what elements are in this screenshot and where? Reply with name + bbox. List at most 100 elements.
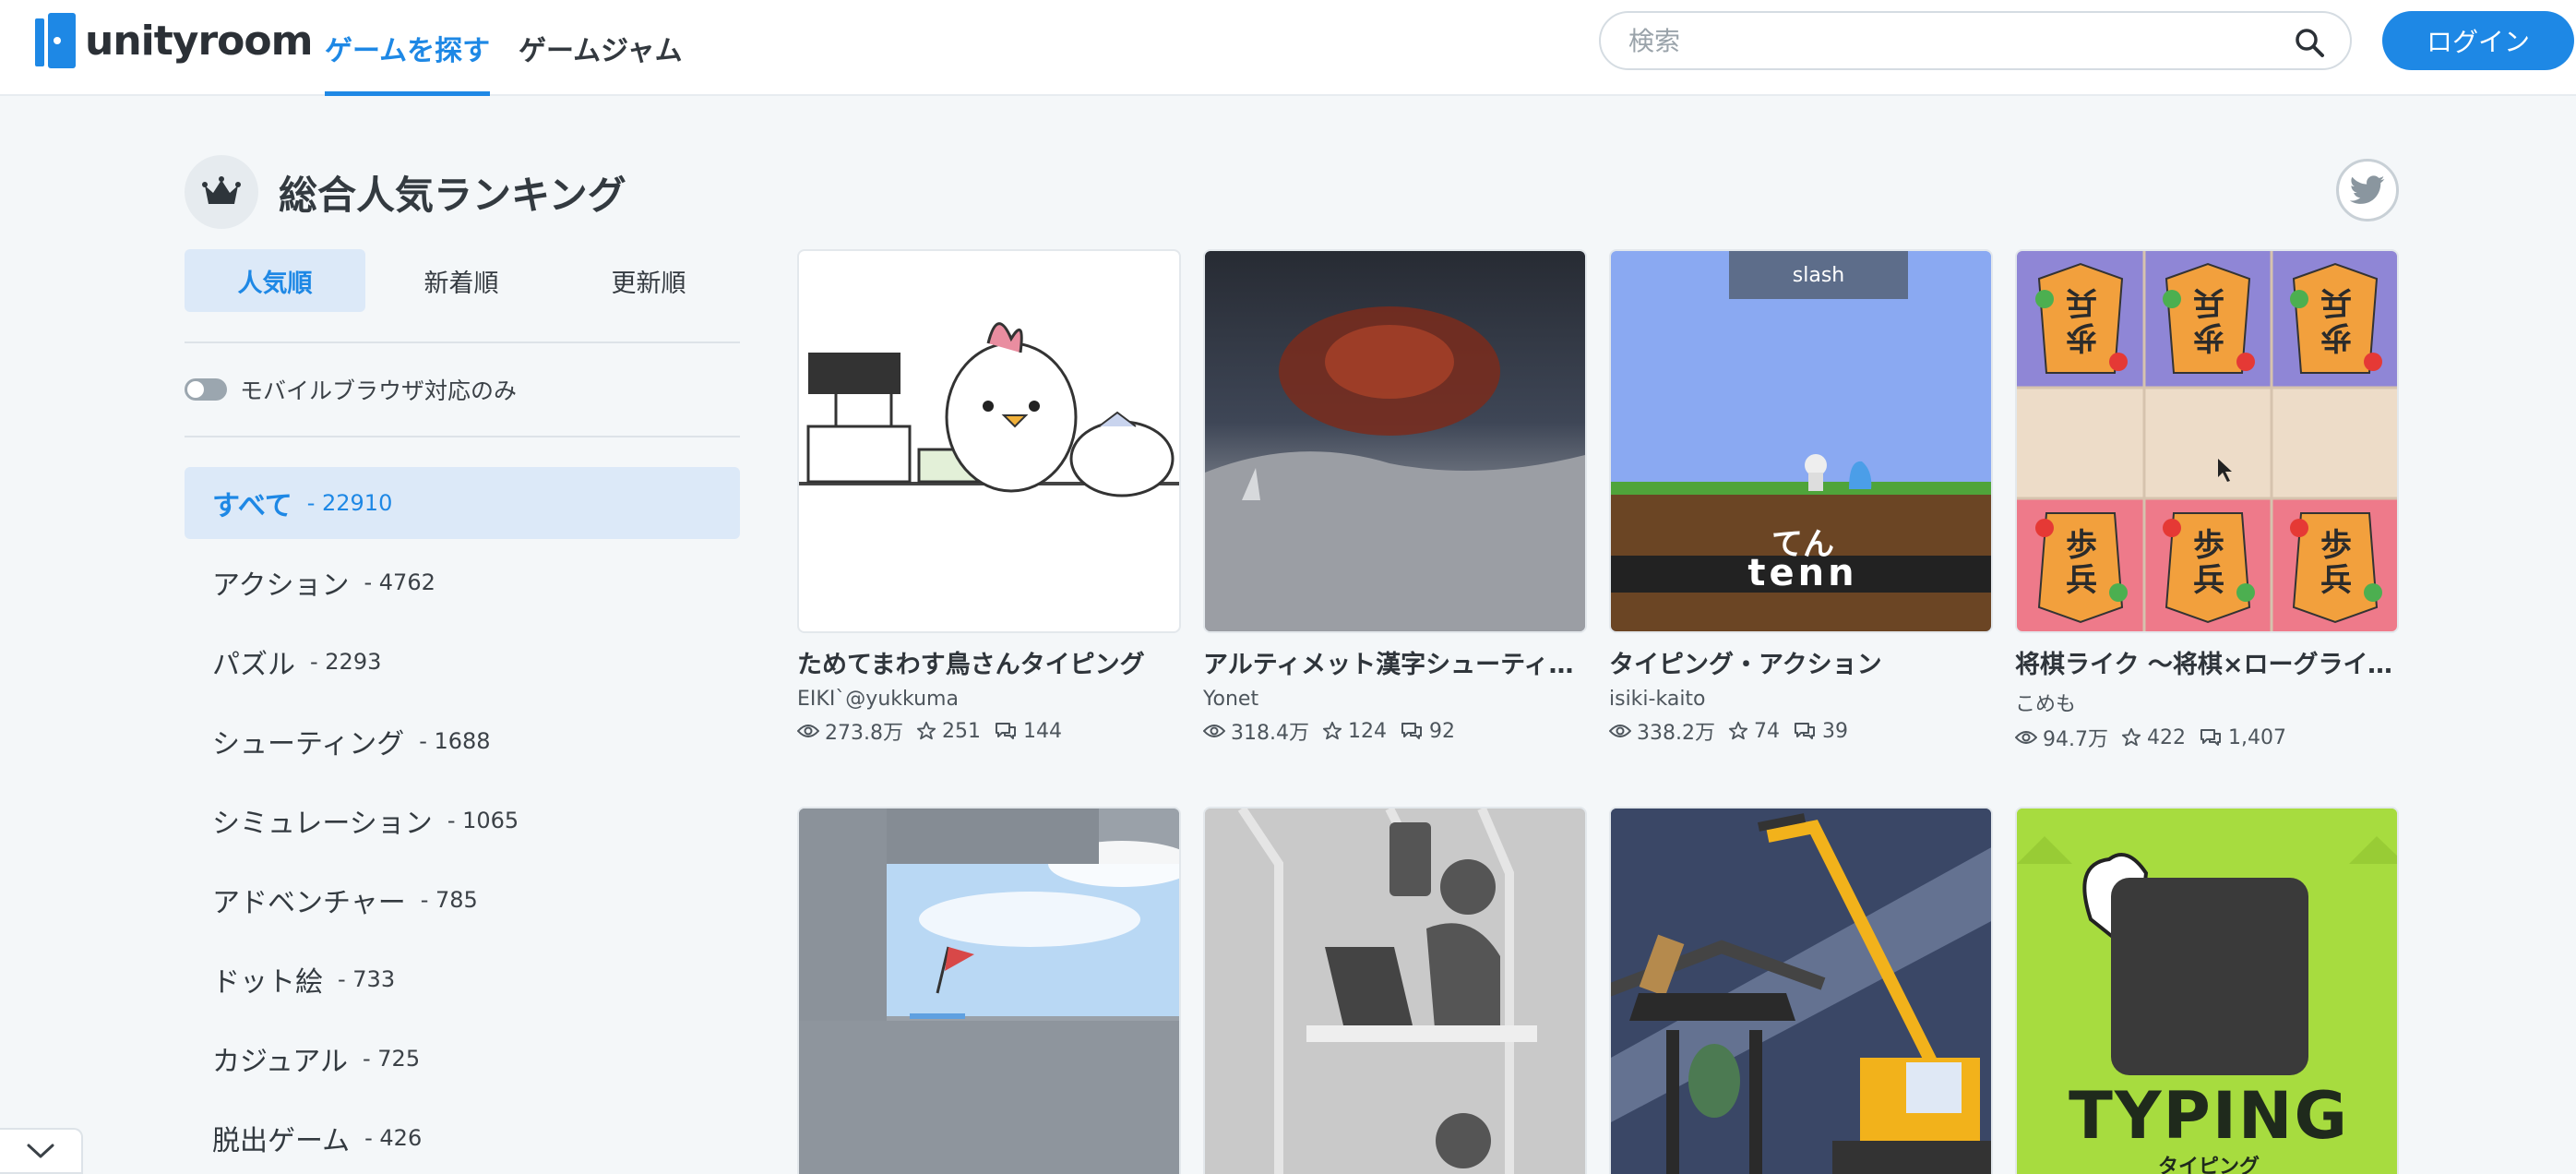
eye-icon [797,725,819,737]
mobile-toggle-label: モバイルブラウザ対応のみ [240,377,518,404]
shogi-piece-label: 歩兵 [2066,527,2097,599]
category-count: - 2293 [310,649,382,675]
game-card[interactable] [797,807,1181,1174]
sort-tab-popular[interactable]: 人気順 [185,249,365,312]
twitter-share-button[interactable] [2336,159,2399,222]
category-puzzle[interactable]: パズル - 2293 [185,626,740,698]
star-icon [1322,721,1342,740]
comment-count: 39 [1821,719,1848,743]
view-count: 338.2万 [1637,722,1715,745]
thumb-sub: タイピング [2157,1156,2260,1174]
divider [185,436,740,437]
game-thumbnail[interactable] [797,807,1181,1174]
category-casual[interactable]: カジュアル - 725 [185,1023,740,1095]
game-title[interactable]: 将棋ライク 〜将棋×ローグライク〜 [2015,644,2399,680]
game-stats: 318.4万 124 92 [1203,716,1587,746]
view-count: 318.4万 [1231,722,1309,745]
search-icon[interactable] [2293,26,2326,59]
comment-count: 1,407 [2228,725,2286,749]
login-button[interactable]: ログイン [2382,11,2574,70]
category-count: - 1065 [447,808,519,833]
category-action[interactable]: アクション - 4762 [185,546,740,618]
star-count: 74 [1753,719,1780,743]
category-adventure[interactable]: アドベンチャー - 785 [185,864,740,936]
game-title[interactable]: タイピング・アクション [1609,644,1993,680]
game-thumbnail[interactable]: 歩兵 歩兵 歩兵 歩兵 歩兵 歩兵 [2015,249,2399,633]
comment-icon [1794,723,1815,739]
flag-parkour-thumbnail [799,809,1179,1174]
category-shooting[interactable]: シューティング - 1688 [185,705,740,777]
category-label: ドット絵 [212,966,323,999]
star-icon [1728,721,1748,740]
game-title[interactable]: アルティメット漢字シューティング [1203,644,1587,680]
sort-tab-updated[interactable]: 更新順 [558,249,739,312]
nav-find-games[interactable]: ゲームを探す [325,0,491,96]
category-label: アドベンチャー [212,887,406,919]
game-card[interactable]: アルティメット漢字シューティング Yonet 318.4万 124 92 [1203,249,1587,746]
kanji-shooting-thumbnail [1205,306,1585,631]
shogi-piece-label: 歩兵 [2320,283,2352,355]
comment-icon [2200,729,2221,746]
page-title: 総合人気ランキング [279,173,626,218]
game-stats: 273.8万 251 144 [797,716,1181,746]
game-thumbnail[interactable]: TYPING タイピング [2015,807,2399,1174]
chevron-down-icon [27,1144,54,1158]
office-worker-thumbnail [1205,809,1585,1174]
category-label: アクション [212,569,350,602]
search-input[interactable] [1628,22,2274,59]
game-card[interactable]: TYPING タイピング [2015,807,2399,1174]
view-count: 94.7万 [2043,728,2108,751]
mobile-toggle-switch[interactable] [185,378,227,401]
comment-count: 92 [1428,719,1455,743]
comment-icon [1401,723,1422,739]
divider [185,341,740,343]
game-stats: 338.2万 74 39 [1609,716,1993,746]
game-author[interactable]: Yonet [1203,688,1587,711]
mobile-filter-row[interactable]: モバイルブラウザ対応のみ [185,373,517,406]
game-card[interactable] [1609,807,1993,1174]
shogi-piece-label: 歩兵 [2193,283,2224,355]
category-simulation[interactable]: シミュレーション - 1065 [185,785,740,857]
star-count: 422 [2147,725,2186,749]
twitter-icon [2350,175,2385,204]
sort-tab-new[interactable]: 新着順 [371,249,552,312]
category-label: 脱出ゲーム [212,1125,351,1157]
category-pixel-art[interactable]: ドット絵 - 733 [185,943,740,1015]
category-escape[interactable]: 脱出ゲーム - 426 [185,1102,740,1174]
shogi-piece-label: 歩兵 [2320,527,2352,599]
game-thumbnail[interactable] [1609,807,1993,1174]
game-title[interactable]: ためてまわす鳥さんタイピング [797,644,1181,680]
excavator-bell-thumbnail [1611,809,1991,1174]
eye-icon [1203,725,1225,737]
game-card[interactable]: ためてまわす鳥さんタイピング EIKI`@yukkuma 273.8万 251 … [797,249,1181,746]
category-all[interactable]: すべて - 22910 [185,467,740,539]
category-label: シミュレーション [212,808,433,840]
star-icon [916,721,936,740]
logo-text: unityroom [85,17,313,65]
category-count: - 4762 [364,569,435,595]
nav-game-jam[interactable]: ゲームジャム [519,0,683,96]
game-author[interactable]: EIKI`@yukkuma [797,688,1181,711]
game-thumbnail[interactable] [1203,807,1587,1174]
category-count: - 733 [338,966,396,992]
game-card[interactable] [1203,807,1587,1174]
unityroom-logo[interactable]: unityroom [35,13,313,68]
game-author[interactable]: こめも [2015,688,2399,717]
category-count: - 785 [420,887,478,913]
collapse-toggle[interactable] [0,1128,83,1174]
eye-icon [1609,725,1631,737]
game-thumbnail[interactable]: slash てん tenn [1609,249,1993,633]
view-count: 273.8万 [825,722,903,745]
game-author[interactable]: isiki-kaito [1609,688,1993,711]
category-count: - 725 [363,1046,421,1072]
star-count: 124 [1347,719,1387,743]
game-thumbnail[interactable] [797,249,1181,633]
comment-count: 144 [1022,719,1062,743]
star-count: 251 [941,719,981,743]
game-thumbnail[interactable] [1203,249,1587,633]
thumb-word: TYPING [2069,1078,2349,1154]
game-card[interactable]: 歩兵 歩兵 歩兵 歩兵 歩兵 歩兵 将棋ライク 〜将棋×ローグライク〜 こめも … [2015,249,2399,752]
shogi-piece-label: 歩兵 [2193,527,2224,599]
game-card[interactable]: slash てん tenn タイピング・アクション isiki-kaito 33… [1609,249,1993,746]
bird-typing-thumbnail [799,322,1179,497]
